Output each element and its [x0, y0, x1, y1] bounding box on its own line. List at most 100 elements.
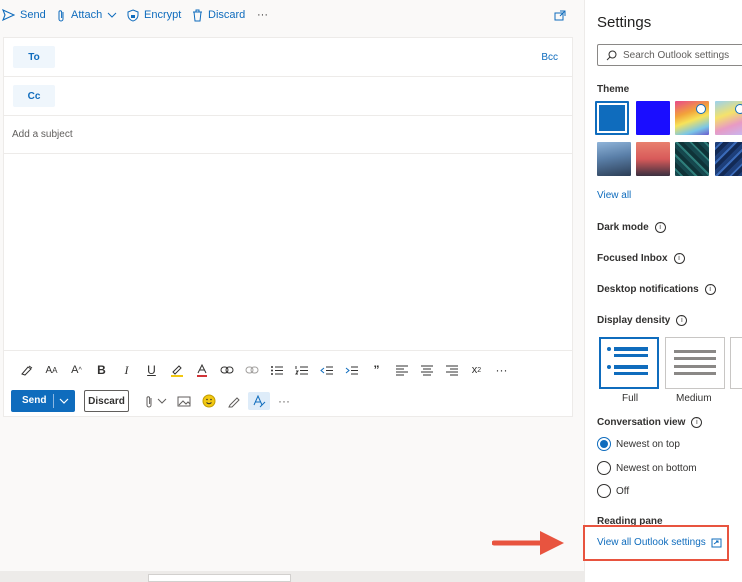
more-formatting-icon[interactable]: ···: [489, 361, 514, 379]
unlink-icon[interactable]: [239, 361, 264, 379]
info-icon[interactable]: i: [691, 417, 703, 428]
theme-palms-swatch[interactable]: [636, 142, 670, 176]
to-button[interactable]: To: [13, 46, 55, 68]
message-body[interactable]: [4, 154, 572, 350]
link-icon[interactable]: [214, 361, 239, 379]
search-icon: [606, 50, 617, 60]
editor-icon[interactable]: [248, 392, 270, 410]
quote-icon[interactable]: ”: [364, 361, 389, 379]
more-options-button[interactable]: ···: [257, 6, 268, 24]
open-in-new-window-icon[interactable]: [711, 538, 722, 548]
chevron-down-icon[interactable]: [151, 392, 173, 410]
radio-label: Newest on top: [616, 438, 680, 450]
more-options-icon[interactable]: ···: [273, 392, 295, 410]
radio-selected-icon: [597, 437, 611, 451]
paperclip-icon: [58, 9, 64, 21]
display-density-setting: Display density i: [597, 315, 688, 326]
settings-search-input[interactable]: Search Outlook settings: [597, 44, 742, 66]
font-size-icon[interactable]: AA: [39, 361, 64, 379]
align-left-icon[interactable]: [389, 361, 414, 379]
more-label: ···: [257, 9, 268, 21]
radio-off[interactable]: Off: [597, 484, 629, 498]
underline-icon[interactable]: U: [139, 361, 164, 379]
info-icon[interactable]: i: [673, 253, 685, 264]
view-all-outlook-settings-box: View all Outlook settings: [583, 525, 729, 561]
to-label: To: [28, 51, 40, 63]
chevron-down-icon[interactable]: [59, 394, 69, 408]
annotation-arrow-icon: [492, 531, 564, 555]
theme-heading: Theme: [597, 84, 630, 95]
format-painter-icon[interactable]: [14, 361, 39, 379]
discard-button[interactable]: Discard: [84, 390, 129, 412]
desktop-notifications-label: Desktop notifications: [597, 284, 699, 295]
attach-button[interactable]: Attach: [57, 6, 122, 24]
theme-pastel-swatch[interactable]: [715, 101, 742, 135]
encrypt-label: Encrypt: [144, 9, 182, 21]
discard-label: Discard: [208, 9, 246, 21]
highlight-icon[interactable]: [164, 361, 189, 379]
focused-inbox-setting: Focused Inbox i: [597, 253, 685, 264]
dark-mode-label: Dark mode: [597, 222, 649, 233]
view-all-outlook-settings-link[interactable]: View all Outlook settings: [597, 537, 706, 548]
align-center-icon[interactable]: [414, 361, 439, 379]
info-icon[interactable]: i: [704, 284, 716, 295]
settings-pane: Settings Search Outlook settings Theme V…: [584, 0, 742, 582]
density-full-option[interactable]: [599, 337, 659, 389]
cc-button[interactable]: Cc: [13, 85, 55, 107]
settings-title: Settings: [597, 14, 652, 31]
align-right-icon[interactable]: [439, 361, 464, 379]
view-all-themes-link[interactable]: View all: [597, 190, 631, 201]
numbering-icon[interactable]: [289, 361, 314, 379]
draft-tab[interactable]: [148, 574, 291, 582]
radio-newest-on-top[interactable]: Newest on top: [597, 437, 680, 451]
density-medium-label: Medium: [676, 393, 712, 404]
emoji-icon[interactable]: [198, 392, 220, 410]
bottom-tab-strip: [0, 571, 584, 582]
bullets-icon[interactable]: [264, 361, 289, 379]
search-placeholder: Search Outlook settings: [623, 49, 730, 61]
decrease-indent-icon[interactable]: [314, 361, 339, 379]
dark-mode-setting: Dark mode i: [597, 222, 666, 233]
premium-star-icon: [696, 104, 706, 114]
density-full-icon: [607, 347, 648, 375]
discard-toolbar-button[interactable]: Discard: [192, 6, 245, 24]
attach-label: Attach: [71, 9, 103, 21]
image-icon[interactable]: [173, 392, 195, 410]
display-density-label: Display density: [597, 315, 671, 326]
premium-star-icon: [735, 104, 742, 114]
font-color-icon[interactable]: [189, 361, 214, 379]
theme-dark-blue-swatch[interactable]: [636, 101, 670, 135]
bold-icon[interactable]: B: [89, 361, 114, 379]
radio-newest-on-bottom[interactable]: Newest on bottom: [597, 461, 697, 475]
increase-indent-icon[interactable]: [339, 361, 364, 379]
superscript-icon[interactable]: x2: [464, 361, 489, 379]
italic-icon[interactable]: I: [114, 361, 139, 379]
density-compact-option[interactable]: [730, 337, 742, 389]
conversation-view-label: Conversation view: [597, 417, 686, 428]
density-medium-option[interactable]: [665, 337, 725, 389]
encrypt-button[interactable]: Encrypt: [127, 6, 181, 24]
send-split-divider: [53, 394, 54, 408]
send-button-label: Send: [22, 395, 47, 406]
theme-mountain-swatch[interactable]: [597, 142, 631, 176]
grow-font-icon[interactable]: A ^: [64, 361, 89, 379]
cc-label: Cc: [27, 90, 41, 102]
theme-blue-swatch[interactable]: [595, 101, 629, 135]
bcc-button[interactable]: Bcc: [541, 52, 558, 63]
subject-input[interactable]: Add a subject: [12, 129, 73, 140]
theme-circuit-swatch[interactable]: [675, 142, 709, 176]
divider: [4, 115, 572, 116]
send-button[interactable]: Send: [11, 390, 75, 412]
compose-toolbar: Send Attach Encrypt Discard ···: [0, 0, 584, 30]
trash-icon: [193, 9, 202, 21]
send-toolbar-button[interactable]: Send: [2, 6, 46, 24]
radio-unselected-icon: [597, 461, 611, 475]
signature-pen-icon[interactable]: [223, 392, 245, 410]
pop-out-button[interactable]: [554, 6, 571, 24]
theme-circuit-blue-swatch[interactable]: [715, 142, 742, 176]
send-icon: [2, 9, 15, 21]
info-icon[interactable]: i: [676, 315, 688, 326]
theme-rainbow-swatch[interactable]: [675, 101, 709, 135]
shield-lock-icon: [127, 8, 139, 22]
info-icon[interactable]: i: [654, 222, 666, 233]
